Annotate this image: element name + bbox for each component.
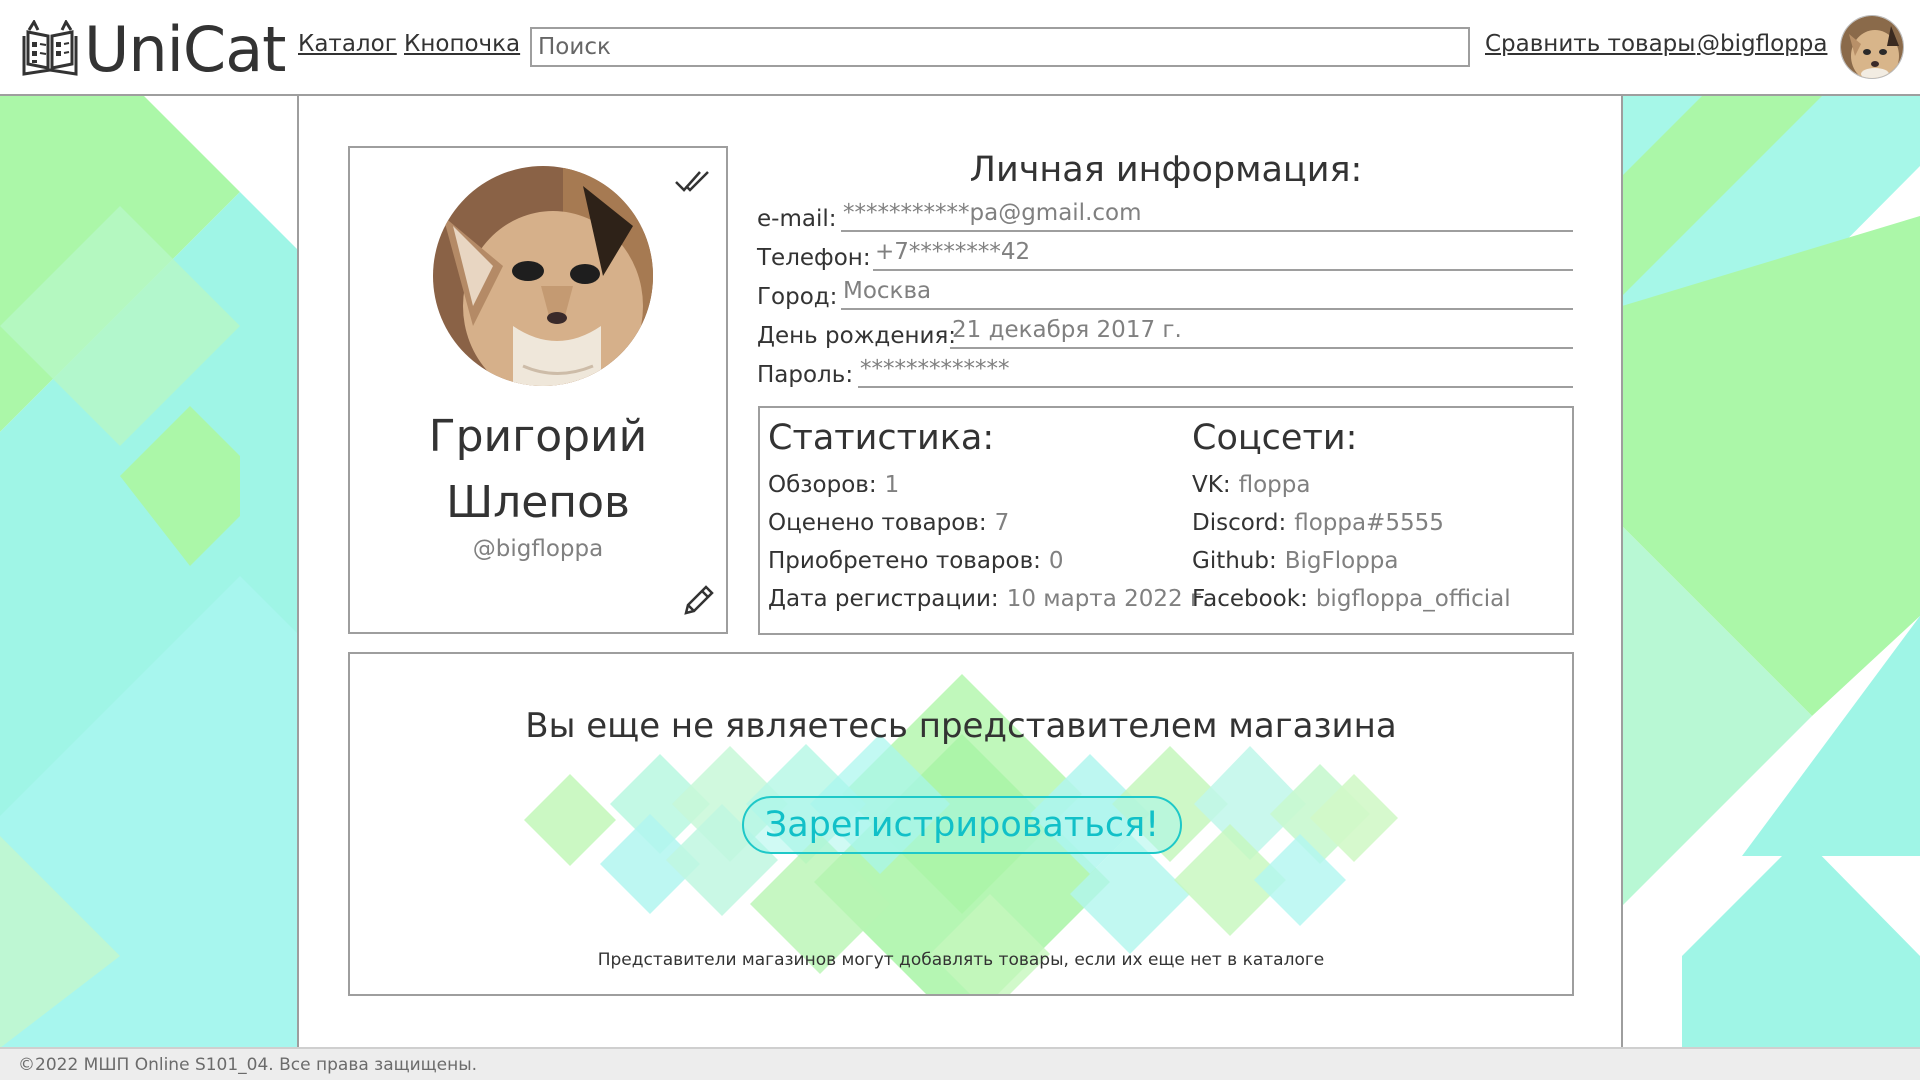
stat-value: 0: [1048, 548, 1064, 574]
avatar-cat: [433, 166, 653, 386]
logo-text: UniCat: [84, 13, 286, 86]
socials-title: Соцсети:: [1192, 418, 1358, 458]
info-row-city: Город: Москва: [757, 274, 1573, 310]
stat-registered: Дата регистрации: 10 марта 2022 г.: [768, 586, 1209, 612]
info-label: День рождения:: [757, 323, 957, 349]
password-value[interactable]: *************: [858, 354, 1573, 388]
search-input[interactable]: [530, 27, 1470, 67]
profile-first-name: Григорий: [428, 411, 648, 462]
shop-rep-note: Представители магазинов могут добавлять …: [597, 950, 1325, 970]
social-label: Facebook:: [1192, 586, 1308, 612]
city-value[interactable]: Москва: [841, 276, 1573, 310]
social-value[interactable]: floppa#5555: [1294, 510, 1444, 536]
info-label: Город:: [757, 284, 838, 310]
user-profile-link[interactable]: @bigfloppa: [1697, 31, 1827, 57]
phone-value[interactable]: +7********42: [873, 237, 1573, 271]
avatar-cat: [1841, 16, 1903, 78]
stat-label: Приобретено товаров:: [768, 548, 1041, 574]
compare-products-link[interactable]: Сравнить товары: [1485, 31, 1695, 57]
stat-rated: Оценено товаров: 7: [768, 510, 1009, 536]
check-icon[interactable]: [674, 168, 710, 196]
top-header: UniCat Каталог Кнопочка Сравнить товары …: [0, 0, 1920, 96]
social-label: Github:: [1192, 548, 1277, 574]
stat-purchased: Приобретено товаров: 0: [768, 548, 1064, 574]
email-value[interactable]: ***********pa@gmail.com: [841, 198, 1573, 232]
info-label: Пароль:: [757, 362, 854, 388]
profile-avatar: [433, 166, 653, 386]
right-decoration: [1622, 96, 1920, 1048]
left-decoration: [0, 96, 298, 1048]
social-discord: Discord: floppa#5555: [1192, 510, 1444, 536]
birthday-value[interactable]: 21 декабря 2017 г.: [950, 315, 1573, 349]
shop-register-box: Вы еще не являетесь представителем магаз…: [348, 652, 1574, 996]
header-avatar[interactable]: [1840, 15, 1904, 79]
statistics-title: Статистика:: [768, 418, 995, 458]
nav-button-link[interactable]: Кнопочка: [404, 31, 520, 57]
social-vk: VK: floppa: [1192, 472, 1310, 498]
social-value[interactable]: bigfloppa_official: [1316, 586, 1511, 612]
social-facebook: Facebook: bigfloppa_official: [1192, 586, 1511, 612]
info-row-email: e-mail: ***********pa@gmail.com: [757, 196, 1573, 232]
profile-card: Григорий Шлепов @bigfloppa: [348, 146, 728, 634]
social-value[interactable]: BigFloppa: [1285, 548, 1399, 574]
copyright-text: ©2022 МШП Online S101_04. Все права защи…: [18, 1055, 478, 1075]
info-label: Телефон:: [757, 245, 871, 271]
info-row-birthday: День рождения: 21 декабря 2017 г.: [757, 313, 1573, 349]
stat-label: Оценено товаров:: [768, 510, 987, 536]
social-label: Discord:: [1192, 510, 1287, 536]
info-label: e-mail:: [757, 206, 837, 232]
stat-value: 10 марта 2022 г.: [1006, 586, 1210, 612]
stat-label: Дата регистрации:: [768, 586, 999, 612]
stat-label: Обзоров:: [768, 472, 877, 498]
social-label: VK:: [1192, 472, 1231, 498]
not-shop-rep-message: Вы еще не являетесь представителем магаз…: [525, 706, 1397, 746]
logo[interactable]: UniCat: [18, 18, 286, 82]
profile-handle: @bigfloppa: [472, 536, 604, 562]
footer: ©2022 МШП Online S101_04. Все права защи…: [0, 1047, 1920, 1080]
personal-info-title: Личная информация:: [969, 150, 1363, 190]
profile-last-name: Шлепов: [446, 477, 630, 528]
social-value[interactable]: floppa: [1239, 472, 1311, 498]
register-button[interactable]: Зарегистрироваться!: [742, 796, 1182, 854]
stat-value: 1: [884, 472, 900, 498]
info-row-phone: Телефон: +7********42: [757, 235, 1573, 271]
stat-reviews: Обзоров: 1: [768, 472, 899, 498]
stat-value: 7: [994, 510, 1010, 536]
stats-socials-box: Статистика: Обзоров: 1 Оценено товаров: 7 …: [758, 406, 1574, 635]
pencil-icon[interactable]: [680, 583, 716, 619]
social-github: Github: BigFloppa: [1192, 548, 1399, 574]
nav-catalog-link[interactable]: Каталог: [298, 31, 397, 57]
book-logo-icon: [22, 20, 78, 76]
info-row-password: Пароль: *************: [757, 352, 1573, 388]
